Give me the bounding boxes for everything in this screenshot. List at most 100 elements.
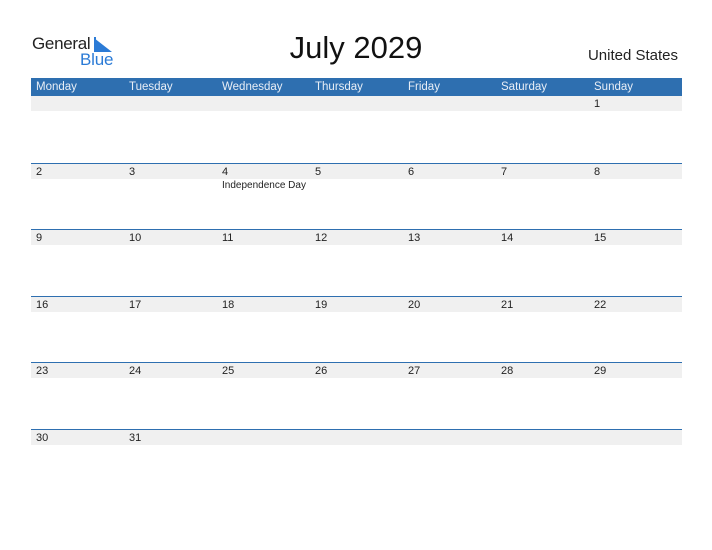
holiday-label	[310, 378, 403, 379]
day-number	[589, 430, 682, 445]
day-number: 9	[36, 232, 43, 245]
day-number: 26	[315, 365, 328, 378]
country-label: United States	[587, 47, 678, 64]
event-row	[31, 111, 682, 112]
day-number	[403, 430, 496, 445]
day-number: 14	[501, 232, 514, 245]
day-number	[310, 430, 403, 445]
day-number: 22	[594, 298, 607, 311]
day-number	[496, 430, 589, 445]
weekday-wednesday: Wednesday	[222, 81, 283, 93]
holiday-label	[589, 312, 682, 313]
day-number	[217, 96, 310, 111]
holiday-label	[310, 179, 403, 191]
holiday-label	[403, 179, 496, 191]
date-band: 9 10 11 12 13 14 15	[31, 229, 682, 246]
date-band: 23 24 25 26 27 28 29	[31, 362, 682, 379]
day-number: 12	[315, 232, 328, 245]
day-number: 3	[129, 165, 136, 178]
day-number: 8	[594, 165, 601, 178]
holiday-label	[310, 445, 403, 446]
event-row: Independence Day	[31, 179, 682, 191]
holiday-label	[310, 111, 403, 112]
holiday-label	[31, 245, 124, 246]
day-number: 20	[408, 298, 421, 311]
day-number: 30	[36, 431, 49, 444]
day-number: 18	[222, 298, 235, 311]
date-band: 1	[31, 96, 682, 111]
holiday-label	[217, 111, 310, 112]
day-number	[310, 96, 403, 111]
weekday-saturday: Saturday	[501, 81, 548, 93]
day-number: 31	[129, 431, 142, 444]
holiday-label: Independence Day	[222, 179, 306, 191]
holiday-label	[403, 245, 496, 246]
day-number: 10	[129, 232, 142, 245]
holiday-label	[217, 378, 310, 379]
holiday-label	[31, 312, 124, 313]
holiday-label	[496, 445, 589, 446]
day-number: 27	[408, 365, 421, 378]
holiday-label	[124, 179, 217, 191]
date-band: 30 31	[31, 428, 682, 445]
week-row: 2 3 4 5 6 7 8 Independence Day	[31, 162, 682, 230]
week-row: 1	[31, 96, 682, 163]
holiday-label	[124, 111, 217, 112]
holiday-label	[496, 312, 589, 313]
holiday-label	[496, 179, 589, 191]
holiday-label	[496, 245, 589, 246]
event-row	[31, 378, 682, 379]
day-number: 6	[408, 165, 415, 178]
holiday-label	[31, 111, 124, 112]
holiday-label	[310, 312, 403, 313]
holiday-label	[31, 179, 124, 191]
weekday-header: Monday Tuesday Wednesday Thursday Friday…	[31, 78, 682, 96]
week-row: 23 24 25 26 27 28 29	[31, 362, 682, 429]
day-number	[217, 430, 310, 445]
day-number: 1	[594, 98, 601, 110]
day-number	[496, 96, 589, 111]
holiday-label	[403, 445, 496, 446]
week-row: 30 31	[31, 428, 682, 496]
holiday-label	[124, 312, 217, 313]
weekday-thursday: Thursday	[315, 81, 363, 93]
day-number: 5	[315, 165, 322, 178]
day-number: 23	[36, 365, 49, 378]
day-number: 21	[501, 298, 514, 311]
holiday-label	[31, 445, 124, 446]
holiday-label	[589, 378, 682, 379]
holiday-label	[496, 378, 589, 379]
holiday-label	[589, 245, 682, 246]
event-row	[31, 312, 682, 313]
holiday-label	[217, 245, 310, 246]
weekday-sunday: Sunday	[594, 81, 634, 93]
day-number: 25	[222, 365, 235, 378]
holiday-label	[124, 245, 217, 246]
holiday-label	[496, 111, 589, 112]
date-band: 2 3 4 5 6 7 8	[31, 162, 682, 179]
week-row: 16 17 18 19 20 21 22	[31, 295, 682, 363]
day-number: 11	[222, 232, 234, 245]
day-number: 24	[129, 365, 142, 378]
holiday-label	[589, 445, 682, 446]
holiday-label	[124, 378, 217, 379]
day-number: 13	[408, 232, 421, 245]
week-row: 9 10 11 12 13 14 15	[31, 229, 682, 296]
holiday-label	[124, 445, 217, 446]
day-number: 28	[501, 365, 514, 378]
day-number: 29	[594, 365, 607, 378]
holiday-label	[217, 445, 310, 446]
holiday-label	[31, 378, 124, 379]
day-number: 17	[129, 298, 142, 311]
weekday-monday: Monday	[36, 81, 77, 93]
day-number	[124, 96, 217, 111]
weekday-tuesday: Tuesday	[129, 81, 173, 93]
day-number: 7	[501, 165, 508, 178]
day-number: 19	[315, 298, 328, 311]
holiday-label	[403, 111, 496, 112]
day-number: 15	[594, 232, 607, 245]
event-row	[31, 445, 682, 446]
weekday-friday: Friday	[408, 81, 440, 93]
day-number: 16	[36, 298, 49, 311]
holiday-label	[403, 378, 496, 379]
